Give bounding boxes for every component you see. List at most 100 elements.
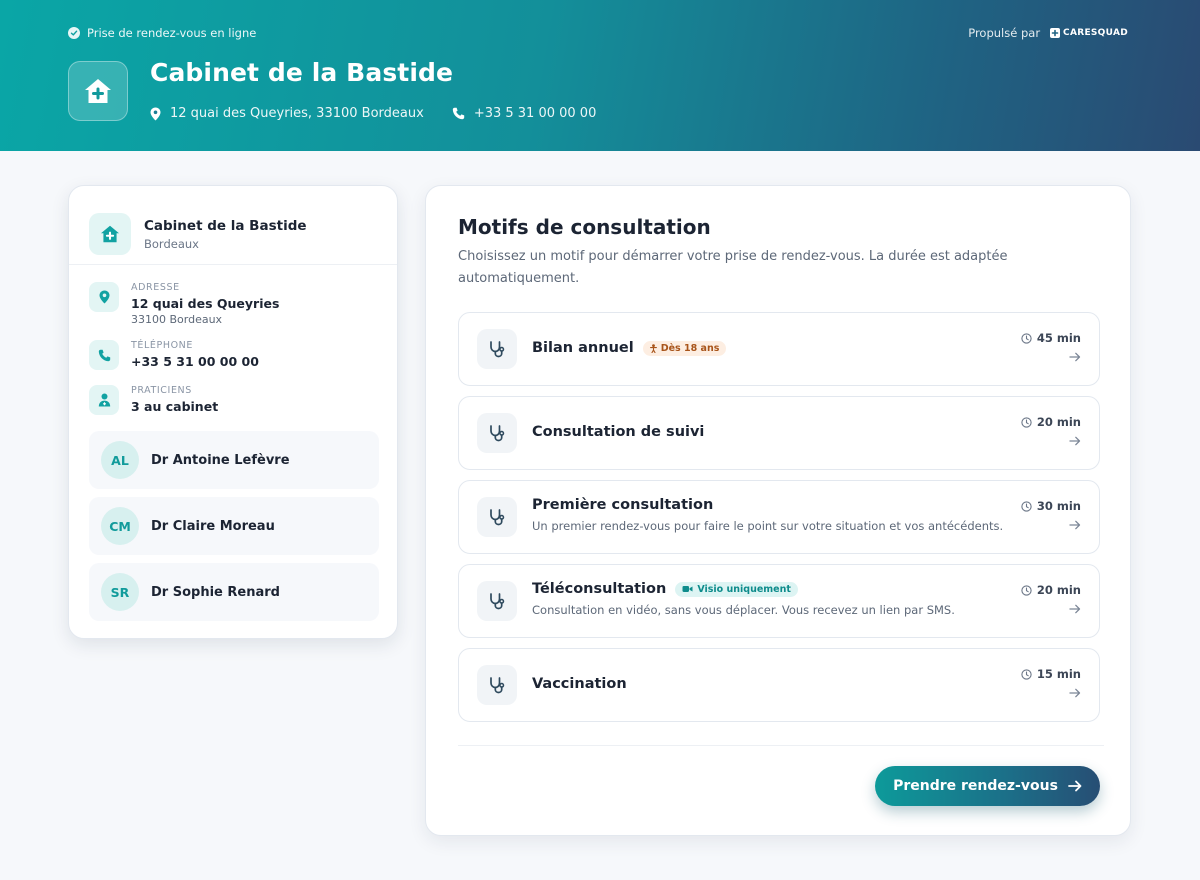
brand-name: CARESQUAD: [1063, 28, 1128, 38]
clock-icon: [1021, 584, 1032, 596]
duration-text: 15 min: [1036, 667, 1081, 681]
phone-icon: [452, 107, 465, 120]
stethoscope-icon: [477, 329, 517, 369]
address-line2: 33100 Bordeaux: [131, 313, 223, 326]
section-description: Choisissez un motif pour démarrer votre …: [458, 249, 1008, 286]
duration-text: 20 min: [1036, 415, 1081, 429]
age-badge: Dès 18 ans: [642, 340, 727, 356]
motif-title-text: Bilan annuel: [532, 340, 634, 356]
motif-duration: 20 min: [1021, 415, 1081, 429]
practitioners-info: PRATICIENS 3 au cabinet: [89, 385, 218, 415]
motif-title: Vaccination: [532, 676, 627, 692]
motif-duration: 45 min: [1021, 331, 1081, 345]
phone-label: TÉLÉPHONE: [131, 340, 193, 351]
clock-icon: [1021, 668, 1032, 680]
stethoscope-icon: [477, 497, 517, 537]
phone-info: TÉLÉPHONE +33 5 31 00 00 00: [89, 340, 259, 370]
cabinet-logo: [68, 61, 128, 121]
motif-title-text: Vaccination: [532, 676, 627, 692]
duration-text: 30 min: [1036, 499, 1081, 513]
divider: [458, 745, 1104, 746]
check-circle-icon: [68, 27, 80, 39]
brand-logo[interactable]: CARESQUAD: [1050, 28, 1128, 38]
motif-title: Bilan annuel Dès 18 ans: [532, 340, 727, 356]
address-line1: 12 quai des Queyries: [131, 296, 280, 311]
motif-duration: 20 min: [1021, 583, 1081, 597]
cabinet-info-card: Cabinet de la Bastide Bordeaux ADRESSE 1…: [68, 185, 398, 639]
practitioner-name: Dr Claire Moreau: [151, 518, 275, 534]
address-info: ADRESSE 12 quai des Queyries 33100 Borde…: [89, 282, 279, 326]
doctor-icon: [89, 385, 119, 415]
stethoscope-icon: [477, 413, 517, 453]
header-banner: Prise de rendez-vous en ligne Propulsé p…: [0, 0, 1200, 151]
motif-premiere-consultation[interactable]: Première consultation Un premier rendez-…: [458, 480, 1100, 554]
arrow-right-icon: [1069, 604, 1081, 614]
motif-description: Un premier rendez-vous pour faire le poi…: [532, 519, 1004, 533]
motif-bilan-annuel[interactable]: Bilan annuel Dès 18 ans 45 min: [458, 312, 1100, 386]
stethoscope-icon: [477, 665, 517, 705]
motif-title-text: Téléconsultation: [532, 581, 667, 597]
motif-title: Première consultation: [532, 497, 713, 513]
header-address: 12 quai des Queyries, 33100 Bordeaux: [150, 106, 424, 121]
practitioner-item[interactable]: AL Dr Antoine Lefèvre: [89, 431, 379, 489]
cabinet-name: Cabinet de la Bastide: [144, 217, 307, 234]
location-pin-icon: [150, 107, 161, 120]
video-camera-icon: [682, 586, 693, 592]
practitioners-label: PRATICIENS: [131, 385, 192, 396]
phone-icon: [89, 340, 119, 370]
cabinet-card-logo: [89, 213, 131, 255]
header-phone[interactable]: +33 5 31 00 00 00: [452, 106, 597, 121]
practitioner-item[interactable]: CM Dr Claire Moreau: [89, 497, 379, 555]
clock-icon: [1021, 416, 1032, 428]
header-contact: 12 quai des Queyries, 33100 Bordeaux +33…: [150, 106, 624, 121]
practitioner-name: Dr Antoine Lefèvre: [151, 452, 290, 468]
stethoscope-icon: [477, 581, 517, 621]
header-phone-text: +33 5 31 00 00 00: [473, 106, 597, 121]
avatar: SR: [101, 573, 139, 611]
practitioners-count: 3 au cabinet: [131, 399, 219, 414]
location-pin-icon: [89, 282, 119, 312]
visio-badge-text: Visio uniquement: [697, 583, 791, 595]
header-address-text: 12 quai des Queyries, 33100 Bordeaux: [170, 106, 424, 121]
duration-text: 20 min: [1036, 583, 1081, 597]
powered-by: Propulsé par CARESQUAD: [968, 26, 1128, 40]
practitioner-item[interactable]: SR Dr Sophie Renard: [89, 563, 379, 621]
arrow-right-icon: [1069, 688, 1081, 698]
cabinet-city: Bordeaux: [144, 236, 199, 251]
address-label: ADRESSE: [131, 282, 180, 293]
online-booking-text: Prise de rendez-vous en ligne: [87, 26, 257, 40]
motif-title: Consultation de suivi: [532, 424, 704, 440]
section-title: Motifs de consultation: [458, 215, 711, 239]
arrow-right-icon: [1069, 352, 1081, 362]
consultation-motifs-card: Motifs de consultation Choisissez un mot…: [425, 185, 1131, 836]
visio-badge: Visio uniquement: [675, 581, 798, 597]
motif-description: Consultation en vidéo, sans vous déplace…: [532, 603, 955, 617]
age-badge-text: Dès 18 ans: [660, 342, 720, 354]
motif-title-text: Consultation de suivi: [532, 424, 705, 440]
motif-title-text: Première consultation: [532, 497, 714, 513]
motif-vaccination[interactable]: Vaccination 15 min: [458, 648, 1100, 722]
arrow-right-icon: [1069, 520, 1081, 530]
avatar: AL: [101, 441, 139, 479]
arrow-right-icon: [1069, 436, 1081, 446]
cabinet-card-header: Cabinet de la Bastide Bordeaux: [69, 186, 397, 265]
book-appointment-button[interactable]: Prendre rendez-vous: [875, 766, 1100, 806]
clock-icon: [1021, 500, 1032, 512]
motif-duration: 30 min: [1021, 499, 1081, 513]
online-booking-label: Prise de rendez-vous en ligne: [68, 26, 256, 40]
page-title: Cabinet de la Bastide: [150, 58, 454, 87]
book-appointment-label: Prendre rendez-vous: [893, 778, 1058, 794]
motif-consultation-de-suivi[interactable]: Consultation de suivi 20 min: [458, 396, 1100, 470]
person-icon: [649, 343, 657, 353]
practitioner-name: Dr Sophie Renard: [151, 584, 280, 600]
motif-title: Téléconsultation Visio uniquement: [532, 581, 798, 597]
hospital-house-icon: [101, 225, 119, 243]
duration-text: 45 min: [1036, 331, 1081, 345]
motif-teleconsultation[interactable]: Téléconsultation Visio uniquement Consul…: [458, 564, 1100, 638]
avatar: CM: [101, 507, 139, 545]
plus-box-icon: [1050, 28, 1061, 38]
phone-value[interactable]: +33 5 31 00 00 00: [131, 354, 259, 369]
powered-by-text: Propulsé par: [968, 26, 1041, 40]
hospital-house-icon: [85, 79, 111, 103]
arrow-right-icon: [1068, 780, 1082, 792]
